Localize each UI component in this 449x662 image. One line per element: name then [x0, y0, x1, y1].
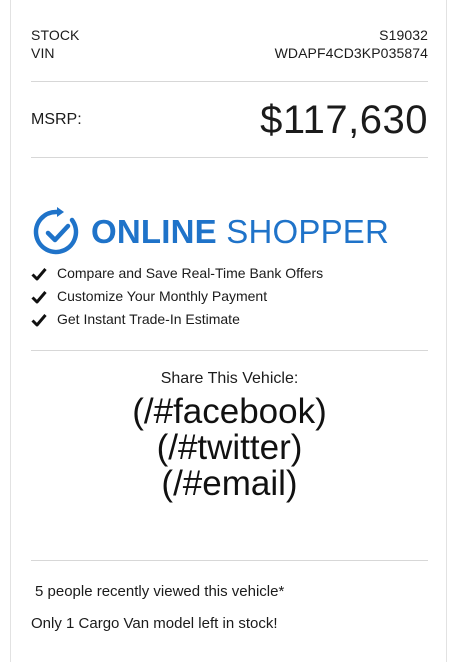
stock-value: S19032 [379, 27, 428, 43]
share-twitter-link[interactable]: (/#twitter) [31, 430, 428, 466]
feature-label: Compare and Save Real-Time Bank Offers [57, 265, 324, 281]
check-icon [31, 267, 47, 280]
divider [31, 350, 428, 351]
check-icon [31, 290, 47, 303]
list-item: Get Instant Trade-In Estimate [31, 308, 428, 331]
check-icon [31, 313, 47, 326]
logo-word-online: ONLINE [91, 213, 217, 250]
list-item: Compare and Save Real-Time Bank Offers [31, 262, 428, 285]
feature-list: Compare and Save Real-Time Bank Offers C… [31, 262, 428, 331]
share-section: Share This Vehicle: (/#facebook) (/#twit… [31, 370, 428, 502]
stock-row: STOCK S19032 [31, 26, 428, 44]
logo-word-shopper: SHOPPER [226, 213, 390, 250]
divider [31, 157, 428, 158]
vin-row: VIN WDAPF4CD3KP035874 [31, 44, 428, 62]
list-item: Customize Your Monthly Payment [31, 285, 428, 308]
feature-label: Customize Your Monthly Payment [57, 288, 268, 304]
vehicle-identifiers: STOCK S19032 VIN WDAPF4CD3KP035874 [31, 26, 428, 62]
recent-views-note: 5 people recently viewed this vehicle* [35, 582, 432, 602]
stock-left-note: Only 1 Cargo Van model left in stock! [31, 614, 428, 634]
clock-check-icon [33, 207, 79, 255]
vehicle-info-panel: STOCK S19032 VIN WDAPF4CD3KP035874 MSRP:… [10, 0, 447, 662]
divider [31, 560, 428, 561]
online-shopper-logo[interactable]: ONLINE SHOPPER [31, 205, 428, 259]
feature-label: Get Instant Trade-In Estimate [57, 311, 240, 327]
msrp-row: MSRP: $117,630 [31, 96, 428, 144]
msrp-value: $117,630 [260, 97, 428, 142]
divider [31, 81, 428, 82]
msrp-label: MSRP: [31, 111, 82, 128]
vin-label: VIN [31, 45, 55, 61]
share-email-link[interactable]: (/#email) [31, 466, 428, 502]
share-facebook-link[interactable]: (/#facebook) [31, 394, 428, 430]
vin-value: WDAPF4CD3KP035874 [274, 45, 428, 61]
online-shopper-wordmark: ONLINE SHOPPER [91, 213, 389, 251]
stock-label: STOCK [31, 27, 80, 43]
recent-views-text: 5 people recently viewed this vehicle* [35, 583, 285, 600]
share-title: Share This Vehicle: [160, 370, 299, 387]
stock-left-text: Only 1 Cargo Van model left in stock! [31, 615, 278, 632]
